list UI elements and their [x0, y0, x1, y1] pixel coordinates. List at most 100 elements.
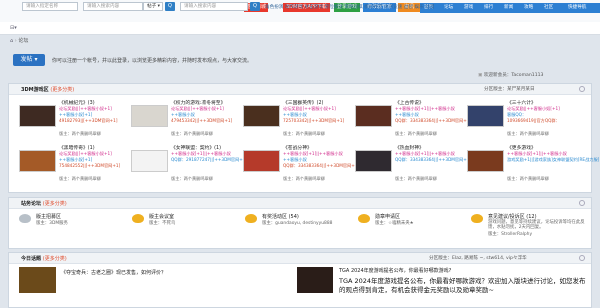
reward-line[interactable]: ++客服小奴[+1]||++客服小奴 — [395, 151, 455, 156]
game-thumbnail[interactable] — [131, 105, 168, 127]
game-forum-name[interactable]: 《黑暗传奇》(1) — [59, 144, 95, 151]
game-forum-item[interactable]: 《苍战分神》 ++客服小奴[+1]||++客服小奴 ++客服小奴 QQ群：334383… — [243, 144, 359, 182]
service-line[interactable]: 客服QQ： — [507, 112, 526, 117]
service-line[interactable]: ++客服小奴[+1] — [59, 157, 92, 162]
panel-station: 站务论坛 (更多分类) 版主招募区 版主：3DM服务 版主会议室 版主：不死鸟 … — [8, 197, 592, 249]
nav-quick[interactable]: 快捷导航 — [568, 4, 586, 12]
reward-line[interactable]: ++客服小奴[+1]||++客服小奴 — [283, 151, 343, 156]
panel-title: 站务论坛 (更多分类) — [21, 201, 67, 207]
game-thumbnail[interactable] — [243, 150, 280, 172]
reward-line[interactable]: ++客服小奴[+1]||++客服小奴 — [395, 106, 455, 111]
panel-3dm-games: 3DM游戏区 (更多分类) 分区版主：某尸某月某日 《机械纪元》(3) 论坛奖励|… — [8, 83, 599, 193]
service-line[interactable]: QQ群：291877247||[++3DM官网+1] — [171, 157, 247, 162]
forum-activities[interactable]: 有奖活动区 (54) 版主：guandaoyu, destinyyu888 — [245, 212, 365, 238]
game-forum-name[interactable]: 《上古传说》 — [395, 99, 424, 106]
home-icon[interactable]: ⌂ — [10, 38, 13, 44]
game-search-input[interactable]: 请输入搜索内容 — [180, 2, 248, 11]
game-forum-item[interactable]: 《女神联盟：契约》(1) ++客服小奴[+1]||++客服小奴 QQ群：291877… — [131, 144, 247, 182]
service-line[interactable]: ++客服小奴[+1] — [59, 112, 92, 117]
game-forum-name[interactable]: 《更多游戏》 — [507, 144, 536, 151]
nav-forum[interactable]: 论坛 — [444, 4, 453, 12]
game-search-button[interactable]: Q — [250, 2, 260, 11]
game-thumbnail[interactable] — [243, 105, 280, 127]
topic-title[interactable]: 《夺宝奇兵：古老之圈》现已发售，如何评价？ — [61, 269, 166, 276]
search-bar — [0, 22, 600, 35]
game-thumbnail[interactable] — [355, 105, 392, 127]
game-moderator: 版主：两个黄鹂鸣翠柳 — [59, 176, 101, 181]
qq-line[interactable]: 754842552||[++3DM官网+1] — [59, 163, 120, 168]
reward-line[interactable]: ++客服小奴[+1]||++客服小奴 — [507, 151, 567, 156]
collapse-icon[interactable] — [579, 255, 585, 261]
scope-input[interactable]: 请输入指定名称 — [22, 2, 78, 11]
game-forum-name[interactable]: 《苍战分神》 — [283, 144, 312, 151]
forum-meeting[interactable]: 版主会议室 版主：不死鸟 — [132, 212, 252, 238]
qq-line[interactable]: 725703342||[++3DM官网+1] — [283, 118, 344, 123]
hot-category-links[interactable]: 角色扮演 动作游戏 射击游戏 冒险解谜 策略战棋 模拟经营 体育竞速 益智 娱乐… — [265, 4, 434, 10]
game-forum-item[interactable]: 《机械纪元》(3) 论坛奖励||[++客服小奴+1] ++客服小奴[+1] 49182… — [19, 99, 117, 137]
forum-bubble-icon — [245, 214, 257, 223]
breadcrumb-forum[interactable]: 论坛 — [18, 38, 28, 44]
game-forum-name[interactable]: 《机械纪元》(3) — [59, 99, 95, 106]
reward-line[interactable]: 论坛奖励||[++客服小奴+1] — [59, 106, 112, 111]
game-thumbnail[interactable] — [19, 150, 56, 172]
game-forum-name[interactable]: 《热血封神》 — [395, 144, 424, 151]
game-forum-item[interactable]: 《黑暗传奇》(1) 论坛奖励||[++客服小奴+1] ++客服小奴[+1] 75484… — [19, 144, 120, 182]
section-moderators: 分区版主：Elaz, 路易陈 ~, stw614, vip々浮华 — [429, 256, 527, 261]
topic-title[interactable]: TGA 2024年度游戏提名公布，你最看好哪款游戏? — [339, 267, 451, 274]
reward-line[interactable]: 论坛奖励||[++客服小奴+1] — [171, 106, 224, 111]
qq-line[interactable]: QQ群：334383364||[++3DM官网+1] — [283, 163, 359, 168]
game-thumbnail[interactable] — [467, 105, 504, 127]
reward-line[interactable]: ++客服小奴[+1]||++客服小奴 — [171, 151, 231, 156]
service-line[interactable]: ++客服小奴 — [395, 112, 419, 117]
post-button[interactable]: 发帖 ▾ — [13, 54, 45, 66]
service-line[interactable]: ++客服小奴 — [283, 112, 307, 117]
service-line[interactable]: QQ群：334383364||[++3DM官网+1] — [395, 157, 471, 162]
reward-line[interactable]: 论坛奖励||[++客服小奴+1] — [59, 151, 112, 156]
qq-line[interactable]: 49182793||[++3DM官网+1] — [59, 118, 117, 123]
nav-game[interactable]: 游戏 — [464, 4, 473, 12]
collapse-icon[interactable] — [579, 200, 585, 206]
nav-community[interactable]: 社区 — [544, 4, 553, 12]
search-type-select[interactable]: 帖子 ▾ — [143, 2, 163, 11]
search-button[interactable]: Q — [165, 2, 175, 11]
game-forum-name[interactable]: 《权力的游戏:凛冬将至》 — [171, 99, 225, 106]
qq-line[interactable]: 1093669419||官方QQ群： — [507, 118, 560, 123]
game-forum-name[interactable]: 《三十六计》 — [507, 99, 536, 106]
game-forum-name[interactable]: 《三国群英传》(2) — [283, 99, 323, 106]
game-thumbnail[interactable] — [355, 150, 392, 172]
reward-line[interactable]: 论坛奖励||++客服小奴[+1] — [507, 106, 560, 111]
collapse-icon[interactable] — [579, 86, 585, 92]
game-thumbnail[interactable] — [19, 105, 56, 127]
welcome-new-member: ▣ 欢迎新会员：Tacoman1113 — [478, 73, 544, 78]
service-line[interactable]: ++客服小奴 — [283, 157, 307, 162]
qq-line[interactable]: 479453342||[++3DM官网+1] — [171, 118, 232, 123]
forum-feedback[interactable]: 意见建议/投诉区 (12) 游戏问题，意见等持续建议，论坛投诉等均在此反馈，水贴… — [471, 212, 589, 238]
game-moderator: 版主：两个黄鹂鸣翠柳 — [171, 131, 213, 136]
topic-description: TGA 2024年度游戏提名公布，你最看好哪款游戏？欢迎加入版块进行讨论，如您发… — [339, 277, 586, 294]
game-forum-name[interactable]: 《女神联盟：契约》(1) — [171, 144, 221, 151]
topic-thumbnail[interactable] — [297, 267, 333, 293]
game-forum-item[interactable]: 《权力的游戏:凛冬将至》 论坛奖励||[++客服小奴+1] ++客服小奴 479453… — [131, 99, 232, 137]
search-scope-icon[interactable]: ⊟▾ — [10, 25, 20, 33]
service-line[interactable]: 游戏奖励+1||[游戏家族]女神联盟契约[RE战力服] — [507, 157, 599, 162]
game-forum-item[interactable]: 《更多游戏》 ++客服小奴[+1]||++客服小奴 游戏奖励+1||[游戏家族]女神… — [467, 144, 599, 182]
forum-recruit[interactable]: 版主招募区 版主：3DM服务 — [19, 212, 139, 238]
game-forum-item[interactable]: 《上古传说》 ++客服小奴[+1]||++客服小奴 ++客服小奴 QQ群：334383… — [355, 99, 471, 137]
panel-title: 今日话题 (更多分类) — [21, 256, 67, 262]
qq-line[interactable]: QQ群：334383364||[++3DM官网+1] — [395, 118, 471, 123]
search-input[interactable]: 请输入搜索内容 — [83, 2, 143, 11]
reward-line[interactable]: 论坛奖励||[++客服小奴+1] — [283, 106, 336, 111]
game-forum-item[interactable]: 《三国群英传》(2) 论坛奖励||[++客服小奴+1] ++客服小奴 72570334… — [243, 99, 344, 137]
game-thumbnail[interactable] — [467, 150, 504, 172]
service-line[interactable]: ++客服小奴 — [171, 112, 195, 117]
nav-guide[interactable]: 攻略 — [524, 4, 533, 12]
nav-rank[interactable]: 排行 — [484, 4, 493, 12]
forum-bubble-icon — [471, 214, 483, 223]
game-forum-item[interactable]: 《三十六计》 论坛奖励||++客服小奴[+1] 客服QQ： 1093669419||官… — [467, 99, 563, 137]
game-forum-item[interactable]: 《热血封神》 ++客服小奴[+1]||++客服小奴 QQ群：334383364||[… — [355, 144, 471, 182]
nav-news[interactable]: 新闻 — [504, 4, 513, 12]
avatar-icon: ▣ — [478, 73, 483, 78]
game-thumbnail[interactable] — [131, 150, 168, 172]
topic-thumbnail[interactable] — [19, 267, 56, 293]
forum-medals[interactable]: 勋章申请区 版主：☆嗑精未央★ — [358, 212, 478, 238]
